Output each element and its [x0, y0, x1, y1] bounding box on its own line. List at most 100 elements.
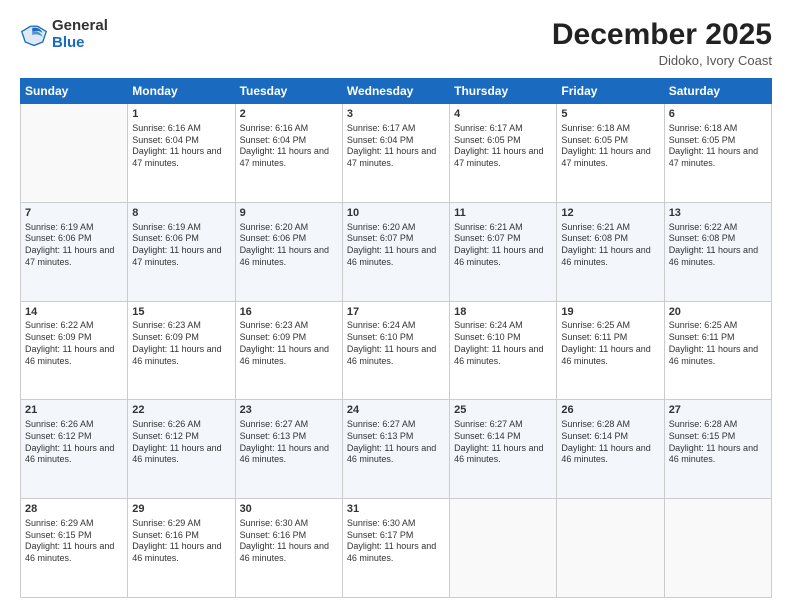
col-header-wednesday: Wednesday [342, 79, 449, 104]
calendar-cell: 22Sunrise: 6:26 AMSunset: 6:12 PMDayligh… [128, 400, 235, 499]
day-number: 23 [240, 403, 338, 418]
calendar-week-1: 1Sunrise: 6:16 AMSunset: 6:04 PMDaylight… [21, 104, 772, 203]
calendar-cell: 6Sunrise: 6:18 AMSunset: 6:05 PMDaylight… [664, 104, 771, 203]
col-header-tuesday: Tuesday [235, 79, 342, 104]
calendar-cell [557, 499, 664, 598]
day-info: Sunrise: 6:20 AMSunset: 6:06 PMDaylight:… [240, 222, 338, 269]
calendar-cell: 8Sunrise: 6:19 AMSunset: 6:06 PMDaylight… [128, 202, 235, 301]
day-info: Sunrise: 6:30 AMSunset: 6:16 PMDaylight:… [240, 518, 338, 565]
day-number: 7 [25, 206, 123, 221]
calendar-cell: 29Sunrise: 6:29 AMSunset: 6:16 PMDayligh… [128, 499, 235, 598]
col-header-thursday: Thursday [450, 79, 557, 104]
day-number: 25 [454, 403, 552, 418]
day-number: 6 [669, 107, 767, 122]
col-header-saturday: Saturday [664, 79, 771, 104]
day-number: 3 [347, 107, 445, 122]
day-number: 21 [25, 403, 123, 418]
calendar-table: SundayMondayTuesdayWednesdayThursdayFrid… [20, 78, 772, 598]
day-number: 9 [240, 206, 338, 221]
calendar-cell: 1Sunrise: 6:16 AMSunset: 6:04 PMDaylight… [128, 104, 235, 203]
calendar-cell: 7Sunrise: 6:19 AMSunset: 6:06 PMDaylight… [21, 202, 128, 301]
day-info: Sunrise: 6:26 AMSunset: 6:12 PMDaylight:… [132, 419, 230, 466]
calendar-cell: 20Sunrise: 6:25 AMSunset: 6:11 PMDayligh… [664, 301, 771, 400]
day-number: 29 [132, 502, 230, 517]
calendar-cell: 31Sunrise: 6:30 AMSunset: 6:17 PMDayligh… [342, 499, 449, 598]
col-header-sunday: Sunday [21, 79, 128, 104]
day-info: Sunrise: 6:26 AMSunset: 6:12 PMDaylight:… [25, 419, 123, 466]
header: General Blue December 2025 Didoko, Ivory… [20, 18, 772, 68]
day-info: Sunrise: 6:28 AMSunset: 6:14 PMDaylight:… [561, 419, 659, 466]
day-number: 16 [240, 305, 338, 320]
day-number: 10 [347, 206, 445, 221]
day-info: Sunrise: 6:27 AMSunset: 6:14 PMDaylight:… [454, 419, 552, 466]
col-header-monday: Monday [128, 79, 235, 104]
calendar-cell: 26Sunrise: 6:28 AMSunset: 6:14 PMDayligh… [557, 400, 664, 499]
day-number: 13 [669, 206, 767, 221]
day-number: 8 [132, 206, 230, 221]
day-info: Sunrise: 6:22 AMSunset: 6:08 PMDaylight:… [669, 222, 767, 269]
day-info: Sunrise: 6:23 AMSunset: 6:09 PMDaylight:… [240, 320, 338, 367]
page: General Blue December 2025 Didoko, Ivory… [0, 0, 792, 612]
day-number: 19 [561, 305, 659, 320]
calendar-cell: 19Sunrise: 6:25 AMSunset: 6:11 PMDayligh… [557, 301, 664, 400]
day-number: 1 [132, 107, 230, 122]
day-info: Sunrise: 6:18 AMSunset: 6:05 PMDaylight:… [561, 123, 659, 170]
day-info: Sunrise: 6:23 AMSunset: 6:09 PMDaylight:… [132, 320, 230, 367]
day-number: 2 [240, 107, 338, 122]
calendar-cell: 17Sunrise: 6:24 AMSunset: 6:10 PMDayligh… [342, 301, 449, 400]
month-title: December 2025 [552, 18, 772, 51]
day-number: 30 [240, 502, 338, 517]
calendar-cell [450, 499, 557, 598]
day-number: 17 [347, 305, 445, 320]
day-info: Sunrise: 6:24 AMSunset: 6:10 PMDaylight:… [454, 320, 552, 367]
calendar-cell: 21Sunrise: 6:26 AMSunset: 6:12 PMDayligh… [21, 400, 128, 499]
day-info: Sunrise: 6:21 AMSunset: 6:08 PMDaylight:… [561, 222, 659, 269]
day-info: Sunrise: 6:30 AMSunset: 6:17 PMDaylight:… [347, 518, 445, 565]
day-info: Sunrise: 6:25 AMSunset: 6:11 PMDaylight:… [561, 320, 659, 367]
day-info: Sunrise: 6:17 AMSunset: 6:05 PMDaylight:… [454, 123, 552, 170]
day-number: 22 [132, 403, 230, 418]
calendar-cell: 2Sunrise: 6:16 AMSunset: 6:04 PMDaylight… [235, 104, 342, 203]
calendar-week-5: 28Sunrise: 6:29 AMSunset: 6:15 PMDayligh… [21, 499, 772, 598]
day-info: Sunrise: 6:20 AMSunset: 6:07 PMDaylight:… [347, 222, 445, 269]
day-info: Sunrise: 6:19 AMSunset: 6:06 PMDaylight:… [25, 222, 123, 269]
day-info: Sunrise: 6:16 AMSunset: 6:04 PMDaylight:… [240, 123, 338, 170]
calendar-cell: 24Sunrise: 6:27 AMSunset: 6:13 PMDayligh… [342, 400, 449, 499]
calendar-cell: 5Sunrise: 6:18 AMSunset: 6:05 PMDaylight… [557, 104, 664, 203]
day-number: 18 [454, 305, 552, 320]
logo-icon [20, 21, 48, 49]
day-info: Sunrise: 6:19 AMSunset: 6:06 PMDaylight:… [132, 222, 230, 269]
day-info: Sunrise: 6:21 AMSunset: 6:07 PMDaylight:… [454, 222, 552, 269]
day-info: Sunrise: 6:16 AMSunset: 6:04 PMDaylight:… [132, 123, 230, 170]
day-info: Sunrise: 6:24 AMSunset: 6:10 PMDaylight:… [347, 320, 445, 367]
calendar-cell: 16Sunrise: 6:23 AMSunset: 6:09 PMDayligh… [235, 301, 342, 400]
calendar-cell: 12Sunrise: 6:21 AMSunset: 6:08 PMDayligh… [557, 202, 664, 301]
calendar-cell: 18Sunrise: 6:24 AMSunset: 6:10 PMDayligh… [450, 301, 557, 400]
day-info: Sunrise: 6:17 AMSunset: 6:04 PMDaylight:… [347, 123, 445, 170]
calendar-cell: 3Sunrise: 6:17 AMSunset: 6:04 PMDaylight… [342, 104, 449, 203]
calendar-cell: 13Sunrise: 6:22 AMSunset: 6:08 PMDayligh… [664, 202, 771, 301]
day-number: 15 [132, 305, 230, 320]
calendar-cell: 15Sunrise: 6:23 AMSunset: 6:09 PMDayligh… [128, 301, 235, 400]
day-number: 28 [25, 502, 123, 517]
location: Didoko, Ivory Coast [552, 53, 772, 68]
day-number: 4 [454, 107, 552, 122]
calendar-cell: 9Sunrise: 6:20 AMSunset: 6:06 PMDaylight… [235, 202, 342, 301]
day-number: 12 [561, 206, 659, 221]
title-block: December 2025 Didoko, Ivory Coast [552, 18, 772, 68]
day-info: Sunrise: 6:27 AMSunset: 6:13 PMDaylight:… [240, 419, 338, 466]
calendar-week-2: 7Sunrise: 6:19 AMSunset: 6:06 PMDaylight… [21, 202, 772, 301]
day-info: Sunrise: 6:28 AMSunset: 6:15 PMDaylight:… [669, 419, 767, 466]
calendar-cell: 25Sunrise: 6:27 AMSunset: 6:14 PMDayligh… [450, 400, 557, 499]
calendar-cell: 23Sunrise: 6:27 AMSunset: 6:13 PMDayligh… [235, 400, 342, 499]
day-info: Sunrise: 6:27 AMSunset: 6:13 PMDaylight:… [347, 419, 445, 466]
logo: General Blue [20, 18, 108, 51]
logo-text: General Blue [52, 18, 108, 51]
calendar-cell: 30Sunrise: 6:30 AMSunset: 6:16 PMDayligh… [235, 499, 342, 598]
day-info: Sunrise: 6:25 AMSunset: 6:11 PMDaylight:… [669, 320, 767, 367]
calendar-cell: 11Sunrise: 6:21 AMSunset: 6:07 PMDayligh… [450, 202, 557, 301]
calendar-cell: 14Sunrise: 6:22 AMSunset: 6:09 PMDayligh… [21, 301, 128, 400]
calendar-cell: 10Sunrise: 6:20 AMSunset: 6:07 PMDayligh… [342, 202, 449, 301]
day-info: Sunrise: 6:18 AMSunset: 6:05 PMDaylight:… [669, 123, 767, 170]
day-number: 20 [669, 305, 767, 320]
